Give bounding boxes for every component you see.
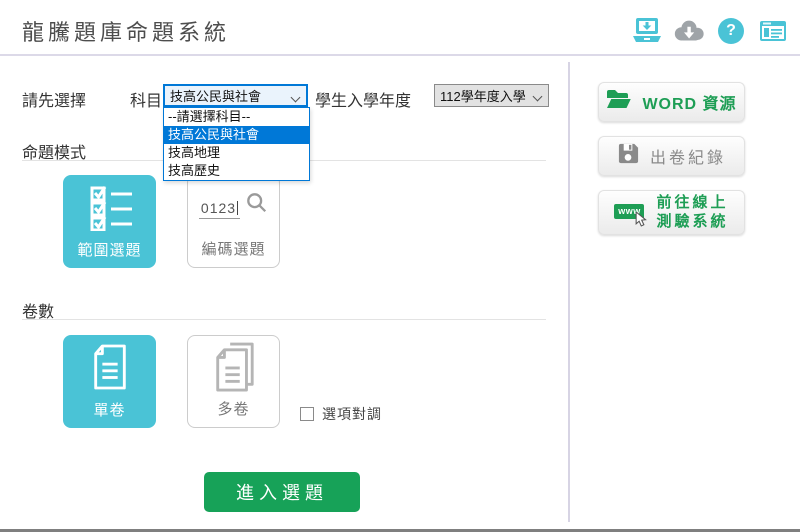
code-select-label: 編碼選題 bbox=[201, 238, 265, 259]
range-select-label: 範圍選題 bbox=[77, 239, 141, 260]
header-icon-bar: ? bbox=[630, 16, 790, 46]
word-resource-label: WORD 資源 bbox=[642, 90, 736, 114]
multi-paper-label: 多卷 bbox=[217, 398, 249, 419]
filter-prompt: 請先選擇 bbox=[22, 87, 86, 111]
online-test-label: 前往線上 測驗系統 bbox=[656, 194, 728, 232]
swap-options-checkbox[interactable] bbox=[300, 407, 314, 421]
single-paper-button[interactable]: 單卷 bbox=[63, 335, 156, 428]
help-icon[interactable]: ? bbox=[714, 16, 748, 46]
multi-document-icon bbox=[211, 336, 257, 398]
subject-dropdown-list: --請選擇科目-- 技高公民與社會 技高地理 技高歷史 bbox=[163, 107, 310, 181]
exam-record-button[interactable]: 出卷紀錄 bbox=[598, 136, 745, 176]
online-test-label-line1: 前往線上 bbox=[656, 194, 728, 213]
copies-section-divider bbox=[22, 319, 546, 320]
year-select[interactable]: 112學年度入學 bbox=[434, 84, 549, 107]
floppy-disk-icon bbox=[617, 142, 640, 170]
code-search-area: 0123 bbox=[199, 176, 268, 238]
vertical-divider bbox=[568, 62, 570, 522]
chevron-down-icon bbox=[534, 93, 542, 101]
subject-option-civics[interactable]: 技高公民與社會 bbox=[164, 126, 309, 144]
help-glyph: ? bbox=[726, 22, 736, 40]
checklist-icon bbox=[84, 175, 136, 239]
year-select-value: 112學年度入學 bbox=[440, 86, 526, 105]
subject-select[interactable]: 技高公民與社會 bbox=[163, 84, 308, 107]
chevron-down-icon bbox=[292, 94, 300, 102]
swap-options-label: 選項對調 bbox=[322, 404, 382, 424]
code-search-input[interactable]: 0123 bbox=[199, 200, 240, 219]
online-test-button[interactable]: www 前往線上 測驗系統 bbox=[598, 190, 745, 235]
enter-selection-button[interactable]: 進入選題 bbox=[204, 472, 360, 512]
code-input-value: 0123 bbox=[201, 200, 236, 216]
swap-options-control[interactable]: 選項對調 bbox=[300, 404, 382, 424]
www-browser-icon: www bbox=[614, 202, 646, 224]
word-resource-button[interactable]: WORD 資源 bbox=[598, 82, 745, 122]
range-select-button[interactable]: 範圍選題 bbox=[63, 175, 156, 268]
online-test-label-line2: 測驗系統 bbox=[656, 213, 728, 232]
year-label: 學生入學年度 bbox=[315, 87, 411, 111]
exam-records-icon[interactable] bbox=[756, 16, 790, 46]
cloud-download-icon[interactable] bbox=[672, 16, 706, 46]
search-icon bbox=[246, 192, 268, 219]
header: 龍騰題庫命題系統 ? bbox=[0, 0, 800, 56]
text-caret bbox=[237, 201, 238, 215]
exam-record-label: 出卷紀錄 bbox=[650, 144, 726, 168]
page-title: 龍騰題庫命題系統 bbox=[22, 15, 230, 47]
subject-option-history[interactable]: 技高歷史 bbox=[164, 162, 309, 180]
laptop-download-icon[interactable] bbox=[630, 16, 664, 46]
subject-label: 科目 bbox=[130, 87, 162, 111]
subject-option-geography[interactable]: 技高地理 bbox=[164, 144, 309, 162]
subject-option-placeholder[interactable]: --請選擇科目-- bbox=[164, 108, 309, 126]
subject-select-value: 技高公民與社會 bbox=[170, 86, 261, 105]
code-select-button[interactable]: 0123 編碼選題 bbox=[187, 175, 280, 268]
single-document-icon bbox=[89, 335, 131, 399]
folder-icon bbox=[606, 89, 632, 116]
single-paper-label: 單卷 bbox=[93, 399, 125, 420]
multi-paper-button[interactable]: 多卷 bbox=[187, 335, 280, 428]
